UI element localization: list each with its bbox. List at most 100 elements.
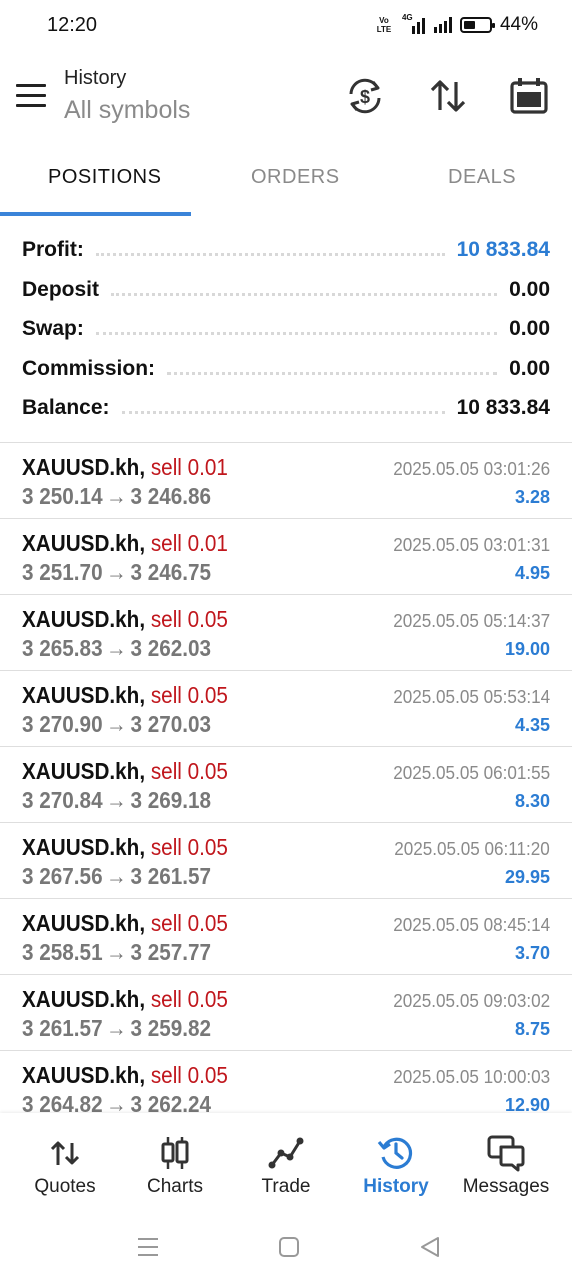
deal-open-price: 3 251.70 (22, 559, 103, 585)
home-icon[interactable] (273, 1231, 305, 1263)
nav-label: Trade (261, 1176, 311, 1197)
battery-icon (459, 17, 495, 33)
mobile-data-icon: 4G (401, 13, 426, 34)
deal-open-price: 3 267.56 (22, 863, 103, 889)
summary-row-swap: Swap: 0.00 (22, 309, 550, 349)
arrow-right-icon: → (106, 483, 127, 509)
system-nav-bar (0, 1213, 572, 1280)
quotes-icon (45, 1133, 85, 1173)
status-bar: 12:20 Vo LTE 4G 44% (0, 0, 572, 52)
active-tab-indicator (0, 212, 191, 216)
nav-messages[interactable]: Messages (449, 1113, 563, 1213)
tab-orders[interactable]: ORDERS (251, 166, 340, 189)
deal-close-price: 3 262.24 (130, 1091, 212, 1113)
deal-side: sell 0.05 (150, 682, 228, 708)
list-item[interactable]: XAUUSD.kh, sell 0.05 3 270.84 → 3 269.18 2… (0, 747, 572, 823)
deal-time: 2025.05.05 06:11:20 (394, 839, 550, 859)
deal-open-price: 3 264.82 (22, 1091, 103, 1113)
messages-icon (486, 1133, 526, 1173)
summary-label: Profit: (22, 238, 84, 261)
deal-open-price: 3 265.83 (22, 635, 103, 661)
deal-side: sell 0.05 (150, 910, 228, 936)
deal-close-price: 3 246.86 (130, 483, 212, 509)
page-title: History (64, 67, 127, 89)
summary-label: Commission: (22, 357, 156, 380)
deals-list[interactable]: XAUUSD.kh, sell 0.01 3 250.14 → 3 246.86 2… (0, 443, 572, 1113)
list-item[interactable]: XAUUSD.kh, sell 0.05 3 265.83 → 3 262.03 2… (0, 595, 572, 671)
arrow-right-icon: → (106, 863, 127, 889)
currency-sync-icon[interactable]: $ (343, 74, 387, 118)
nav-label: Messages (462, 1176, 550, 1197)
status-time: 12:20 (47, 14, 98, 36)
arrow-right-icon: → (106, 711, 127, 737)
deal-time: 2025.05.05 05:53:14 (393, 687, 550, 707)
network-type-label: 4G (401, 13, 413, 22)
summary-value: 0.00 (509, 317, 550, 340)
deal-open-price: 3 250.14 (22, 483, 103, 509)
charts-icon (155, 1133, 195, 1173)
deal-profit: 3.28 (514, 487, 550, 507)
deal-symbol: XAUUSD.kh, (22, 834, 146, 860)
summary-label: Deposit (22, 278, 100, 301)
summary-label: Swap: (22, 317, 84, 340)
deal-profit: 19.00 (504, 639, 550, 659)
nav-label: Quotes (34, 1176, 96, 1197)
sort-icon[interactable] (426, 74, 470, 118)
history-icon (376, 1133, 416, 1173)
nav-trade[interactable]: Trade (229, 1113, 343, 1213)
deal-close-price: 3 262.03 (130, 635, 212, 661)
app-bar: History All symbols $ (0, 52, 572, 144)
trade-icon (266, 1133, 306, 1173)
menu-icon[interactable] (16, 84, 46, 108)
deal-symbol: XAUUSD.kh, (22, 454, 146, 480)
deal-close-price: 3 270.03 (130, 711, 212, 737)
list-item[interactable]: XAUUSD.kh, sell 0.05 3 258.51 → 3 257.77 2… (0, 899, 572, 975)
deal-symbol: XAUUSD.kh, (22, 682, 146, 708)
nav-label: Charts (147, 1176, 203, 1197)
deal-symbol: XAUUSD.kh, (22, 758, 146, 784)
nav-quotes[interactable]: Quotes (8, 1113, 122, 1213)
tab-deals[interactable]: DEALS (448, 166, 516, 189)
arrow-right-icon: → (106, 787, 127, 813)
summary-value: 10 833.84 (456, 396, 550, 419)
calendar-icon[interactable] (507, 74, 551, 118)
nav-charts[interactable]: Charts (118, 1113, 232, 1213)
list-item[interactable]: XAUUSD.kh, sell 0.01 3 251.70 → 3 246.75 2… (0, 519, 572, 595)
tab-bar: POSITIONS ORDERS DEALS (0, 144, 572, 216)
deal-side: sell 0.05 (150, 834, 228, 860)
deal-side: sell 0.05 (150, 986, 228, 1012)
deal-time: 2025.05.05 06:01:55 (393, 763, 550, 783)
back-icon[interactable] (414, 1231, 446, 1263)
arrow-right-icon: → (106, 939, 127, 965)
deal-symbol: XAUUSD.kh, (22, 530, 146, 556)
recents-icon[interactable] (132, 1231, 164, 1263)
symbol-filter[interactable]: All symbols (64, 96, 190, 125)
battery-percent: 44% (499, 14, 538, 35)
deal-side: sell 0.05 (150, 606, 228, 632)
deal-close-price: 3 269.18 (130, 787, 212, 813)
deal-profit: 4.35 (514, 715, 550, 735)
deal-profit: 4.95 (514, 563, 550, 583)
list-item[interactable]: XAUUSD.kh, sell 0.05 3 261.57 → 3 259.82 2… (0, 975, 572, 1051)
status-icons: Vo LTE 4G 44% (374, 13, 538, 36)
summary-row-profit: Profit: 10 833.84 (22, 230, 550, 270)
list-item[interactable]: XAUUSD.kh, sell 0.05 3 270.90 → 3 270.03 2… (0, 671, 572, 747)
arrow-right-icon: → (106, 1091, 127, 1113)
deal-profit: 8.75 (514, 1019, 550, 1039)
deal-time: 2025.05.05 09:03:02 (393, 991, 550, 1011)
nav-history[interactable]: History (339, 1113, 453, 1213)
list-item[interactable]: XAUUSD.kh, sell 0.01 3 250.14 → 3 246.86 2… (0, 443, 572, 519)
list-item[interactable]: XAUUSD.kh, sell 0.05 3 264.82 → 3 262.24 2… (0, 1051, 572, 1113)
arrow-right-icon: → (106, 1015, 127, 1041)
list-item[interactable]: XAUUSD.kh, sell 0.05 3 267.56 → 3 261.57 2… (0, 823, 572, 899)
deal-profit: 3.70 (514, 943, 550, 963)
deal-symbol: XAUUSD.kh, (22, 606, 146, 632)
tab-positions[interactable]: POSITIONS (48, 166, 161, 189)
deal-side: sell 0.01 (150, 454, 228, 480)
summary-value: 0.00 (509, 278, 550, 301)
signal-icon (433, 17, 452, 33)
deal-open-price: 3 261.57 (22, 1015, 103, 1041)
summary-value: 10 833.84 (456, 238, 550, 261)
summary-row-balance: Balance: 10 833.84 (22, 388, 550, 428)
deal-open-price: 3 270.84 (22, 787, 103, 813)
